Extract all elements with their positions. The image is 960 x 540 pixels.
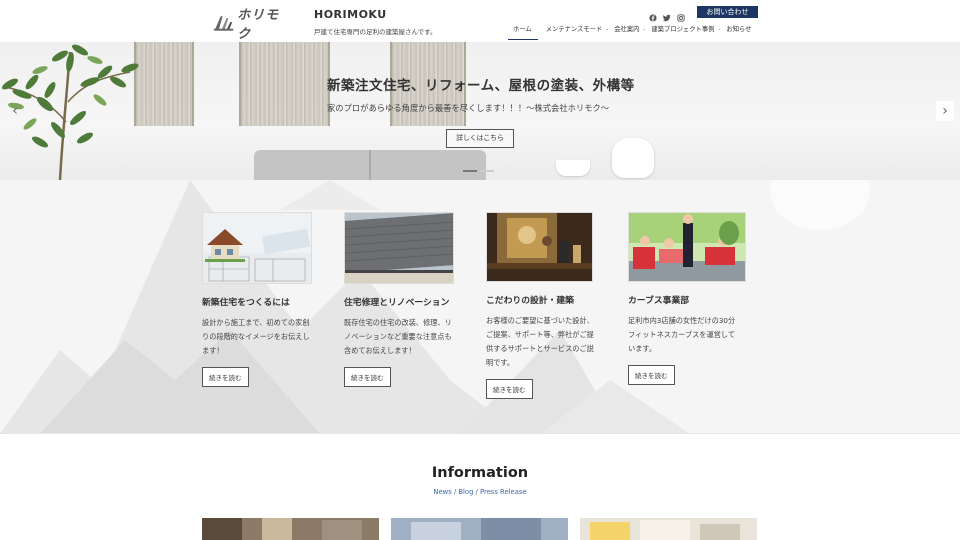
feature-card: 住宅修理とリノベーション 既存住宅の住宅の改装、修理、リノベーションなど重要な注… bbox=[344, 212, 456, 387]
feature-title: こだわりの設計・建築 bbox=[486, 296, 574, 306]
nav-label: メンテナンスモード bbox=[545, 26, 603, 33]
twitter-icon[interactable] bbox=[662, 7, 671, 22]
slider-dot[interactable] bbox=[463, 170, 477, 172]
features-section: 新築住宅をつくるには 設計から施工まで、初めての家創りの段階的なイメージをお伝え… bbox=[0, 180, 960, 434]
nav-item-company[interactable]: 会社案内 ⌄ bbox=[614, 23, 646, 40]
hero-sofa-split bbox=[369, 150, 371, 180]
nav-label: 建築プロジェクト事例 bbox=[651, 26, 715, 33]
curves-fitness-image bbox=[628, 212, 746, 282]
hero-details-button[interactable]: 詳しくはこちら bbox=[446, 129, 514, 148]
nav-item-projects[interactable]: 建築プロジェクト事例 ⌄ bbox=[651, 23, 721, 40]
nav-item-home[interactable]: ホーム bbox=[508, 23, 538, 40]
facebook-icon[interactable] bbox=[649, 7, 657, 22]
post-thumbnail[interactable] bbox=[391, 518, 568, 540]
logo-mark-icon bbox=[213, 16, 234, 31]
house-blueprint-image bbox=[202, 212, 312, 284]
feature-text: 足利市内3店舗の女性だけの30分フィットネスカーブスを運営しています。 bbox=[628, 316, 736, 353]
hero-title: 新築注文住宅、リフォーム、屋根の塗装、外構等 bbox=[327, 78, 635, 94]
slider-dot[interactable] bbox=[480, 170, 494, 172]
feature-text: 設計から施工まで、初めての家創りの段階的なイメージをお伝えします！ bbox=[202, 318, 310, 355]
chevron-down-icon: ⌄ bbox=[642, 26, 647, 32]
site-logo[interactable]: ホリモク bbox=[213, 8, 291, 42]
nav-label: 会社案内 bbox=[614, 26, 640, 33]
nav-label: ホーム bbox=[513, 26, 532, 33]
social-links bbox=[649, 7, 685, 22]
feature-text: 既存住宅の住宅の改装、修理、リノベーションなど重要な注意点も含めてお伝えします！ bbox=[344, 318, 452, 355]
roof-image bbox=[344, 212, 454, 284]
hero-slider: 新築注文住宅、リフォーム、屋根の塗装、外構等 家のプロがあらゆる角度から最善を尽… bbox=[0, 42, 960, 180]
nav-label: お知らせ bbox=[726, 26, 752, 33]
site-description: 戸建て住宅専門の足利の建築屋さんです。 bbox=[314, 28, 437, 36]
feature-card: カーブス事業部 足利市内3店舗の女性だけの30分フィットネスカーブスを運営してい… bbox=[628, 212, 746, 385]
post-thumbnail[interactable] bbox=[202, 518, 379, 540]
nav-item-news[interactable]: お知らせ bbox=[726, 23, 751, 40]
read-more-button[interactable]: 続きを読む bbox=[344, 367, 391, 387]
nav-item-maintenance[interactable]: メンテナンスモード ⌄ bbox=[545, 23, 610, 40]
chevron-down-icon: ⌄ bbox=[717, 26, 722, 32]
interior-design-image bbox=[486, 212, 593, 282]
hero-teapot bbox=[612, 138, 654, 178]
read-more-button[interactable]: 続きを読む bbox=[486, 379, 533, 399]
slider-next-arrow-icon[interactable]: › bbox=[936, 101, 954, 121]
logo-text: ホリモク bbox=[237, 8, 280, 42]
chevron-down-icon: ⌄ bbox=[605, 26, 610, 32]
post-thumbnail[interactable] bbox=[580, 518, 757, 540]
feature-card: 新築住宅をつくるには 設計から施工まで、初めての家創りの段階的なイメージをお伝え… bbox=[202, 212, 314, 387]
information-subtitle: News / Blog / Press Release bbox=[433, 488, 527, 496]
contact-button[interactable]: お問い合わせ bbox=[697, 6, 758, 18]
feature-title: 新築住宅をつくるには bbox=[202, 298, 290, 308]
read-more-button[interactable]: 続きを読む bbox=[628, 365, 675, 385]
feature-title: カーブス事業部 bbox=[628, 296, 690, 306]
hero-subtitle: 家のプロがあらゆる角度から最善を尽くします！！！～株式会社ホリモク～ bbox=[327, 103, 610, 113]
hero-plant-image bbox=[2, 44, 139, 180]
read-more-button[interactable]: 続きを読む bbox=[202, 367, 249, 387]
feature-card: こだわりの設計・建築 お客様のご要望に基づいた設計、ご提案、サポート等、弊社がご… bbox=[486, 212, 598, 399]
feature-text: お客様のご要望に基づいた設計、ご提案、サポート等、弊社がご提供するサポートとサー… bbox=[486, 316, 594, 367]
slider-pagination bbox=[463, 170, 494, 172]
hero-curtain bbox=[239, 42, 330, 126]
mountain-background bbox=[0, 180, 870, 433]
instagram-icon[interactable] bbox=[677, 7, 685, 22]
information-heading: Information bbox=[431, 465, 529, 481]
site-title[interactable]: HORIMOKU bbox=[314, 8, 387, 21]
slider-prev-arrow-icon[interactable]: ‹ bbox=[6, 101, 24, 121]
main-nav: ホーム メンテナンスモード ⌄ 会社案内 ⌄ 建築プロジェクト事例 ⌄ お知らせ bbox=[508, 23, 763, 40]
feature-title: 住宅修理とリノベーション bbox=[344, 298, 450, 308]
hero-cup bbox=[556, 160, 590, 176]
site-header: ホリモク HORIMOKU 戸建て住宅専門の足利の建築屋さんです。 お問い合わせ… bbox=[0, 0, 960, 42]
